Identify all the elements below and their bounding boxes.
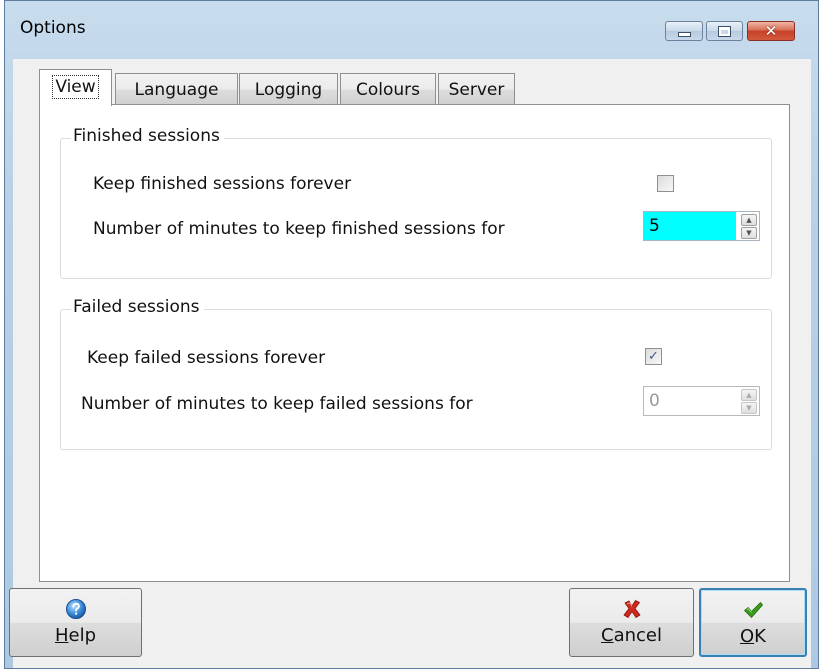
failed-minutes-arrows: ▲ ▼ <box>741 389 757 414</box>
maximize-icon <box>718 25 731 37</box>
tab-logging-label: Logging <box>254 80 323 100</box>
cancel-icon <box>623 600 640 618</box>
checkmark-icon <box>744 602 763 618</box>
cancel-label-rest: ancel <box>613 625 662 646</box>
close-button[interactable]: ✕ <box>747 21 795 41</box>
ok-label-rest: K <box>754 626 766 647</box>
tab-language-label: Language <box>134 80 219 100</box>
help-mnemonic: H <box>54 625 69 646</box>
tab-colours[interactable]: Colours <box>340 73 436 105</box>
close-icon: ✕ <box>764 21 778 40</box>
failed-minutes-value[interactable]: 0 <box>644 387 736 415</box>
tab-language[interactable]: Language <box>115 73 238 105</box>
dialog-client-area: View Language Logging Colours Server Fin… <box>9 59 811 668</box>
title-bar[interactable]: Options ✕ <box>5 1 818 57</box>
minimize-button[interactable] <box>665 21 703 41</box>
cancel-mnemonic: C <box>601 625 614 646</box>
keep-failed-forever-label: Keep failed sessions forever <box>87 348 326 368</box>
finished-minutes-spinner[interactable]: 5 ▲ ▼ <box>643 211 760 241</box>
failed-minutes-label: Number of minutes to keep failed session… <box>81 394 473 414</box>
keep-finished-forever-checkbox[interactable] <box>657 175 674 192</box>
tab-server[interactable]: Server <box>438 73 515 105</box>
help-button-label: Help <box>10 625 141 646</box>
view-tab-page: Finished sessions Keep finished sessions… <box>39 104 790 582</box>
failed-sessions-group-title: Failed sessions <box>71 297 204 317</box>
failed-sessions-group: Failed sessions Keep failed sessions for… <box>60 297 772 450</box>
tab-colours-label: Colours <box>355 80 420 100</box>
ok-button-label: OK <box>701 626 805 647</box>
help-button[interactable]: Help <box>9 588 142 657</box>
window-title: Options <box>20 18 86 38</box>
checkmark-icon: ✓ <box>648 349 659 364</box>
ok-button[interactable]: OK <box>699 588 807 657</box>
maximize-button[interactable] <box>706 21 743 41</box>
spin-down-icon[interactable]: ▼ <box>741 402 757 414</box>
cancel-button[interactable]: Cancel <box>569 588 694 657</box>
minimize-icon <box>677 31 691 37</box>
tab-server-label: Server <box>448 80 505 100</box>
cancel-button-label: Cancel <box>570 625 693 646</box>
spin-down-icon[interactable]: ▼ <box>741 227 757 239</box>
finished-minutes-label: Number of minutes to keep finished sessi… <box>93 219 505 239</box>
finished-sessions-group: Finished sessions Keep finished sessions… <box>60 126 772 279</box>
spin-up-icon[interactable]: ▲ <box>741 389 757 401</box>
options-dialog: Options ✕ View Language Logging Colours … <box>4 0 819 669</box>
tab-view-label: View <box>52 75 99 99</box>
finished-minutes-arrows: ▲ ▼ <box>741 214 757 239</box>
help-icon <box>65 599 86 619</box>
failed-minutes-spinner[interactable]: 0 ▲ ▼ <box>643 386 760 416</box>
tab-view[interactable]: View <box>39 69 112 106</box>
keep-finished-forever-label: Keep finished sessions forever <box>93 174 352 194</box>
finished-minutes-value[interactable]: 5 <box>644 212 736 240</box>
help-label-rest: elp <box>68 625 97 646</box>
ok-mnemonic: O <box>740 626 755 647</box>
keep-failed-forever-checkbox[interactable]: ✓ <box>645 348 662 365</box>
finished-sessions-group-title: Finished sessions <box>71 126 224 146</box>
tab-logging[interactable]: Logging <box>239 73 338 105</box>
spin-up-icon[interactable]: ▲ <box>741 214 757 226</box>
